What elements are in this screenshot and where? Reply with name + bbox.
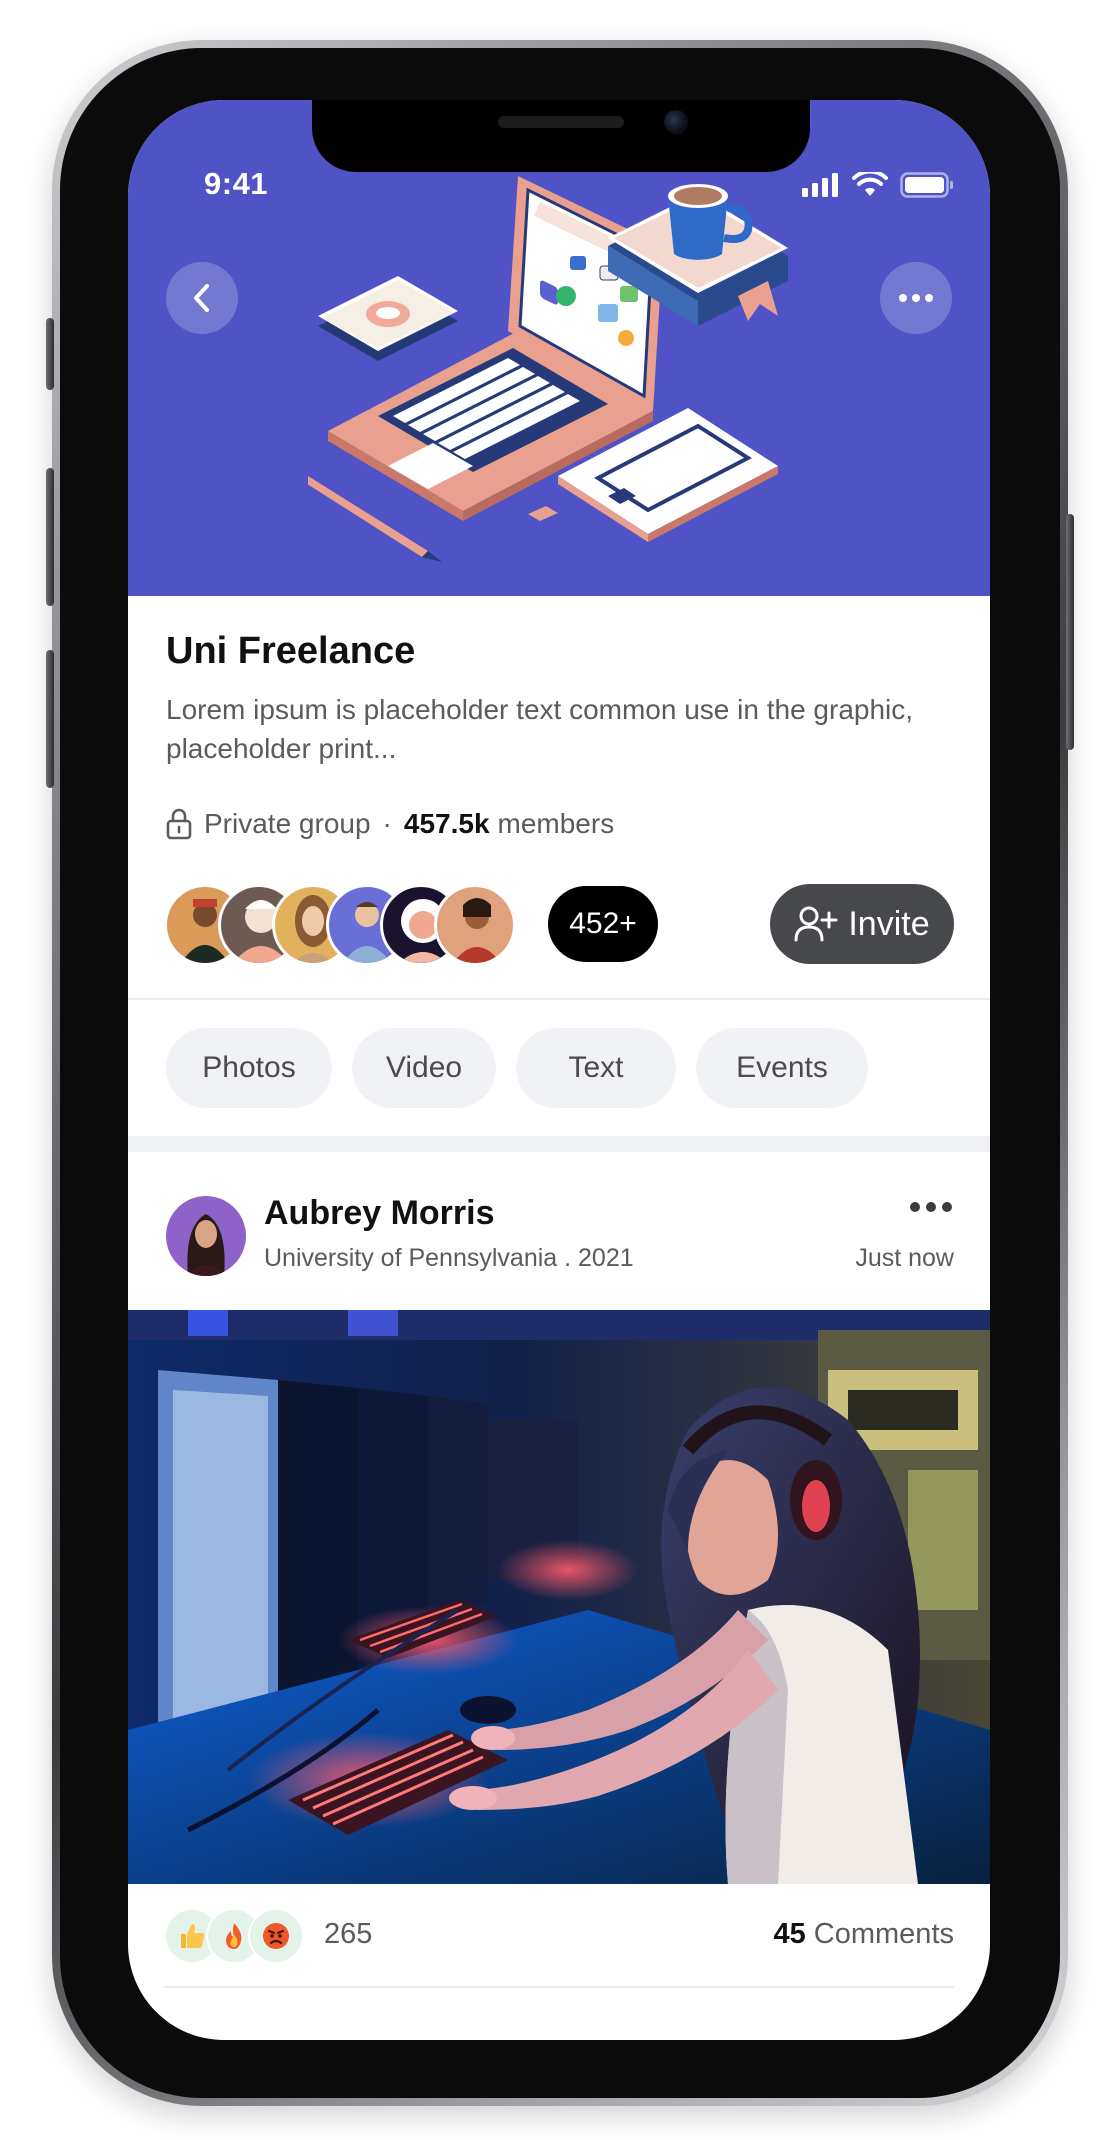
section-separator <box>128 1136 990 1152</box>
back-button[interactable] <box>166 262 238 334</box>
volume-up-button <box>46 468 54 606</box>
group-name: Uni Freelance <box>166 630 416 672</box>
ellipsis-icon <box>910 1202 952 1212</box>
phone-notch <box>312 100 810 172</box>
filter-chip-text[interactable]: Text <box>516 1028 676 1108</box>
comments-count: 45 <box>773 1918 806 1950</box>
content-filter-chips: Photos Video Text Events <box>166 1028 868 1108</box>
mute-switch <box>46 318 54 390</box>
post-photo[interactable] <box>128 1310 990 1884</box>
angry-face-icon <box>248 1908 304 1964</box>
ellipsis-icon <box>899 294 933 302</box>
earpiece-speaker <box>498 116 624 128</box>
comments-link[interactable]: 45 Comments <box>773 1918 954 1951</box>
front-camera <box>664 110 688 134</box>
group-meta: Private group · 457.5k members <box>166 808 614 840</box>
more-options-button[interactable] <box>880 262 952 334</box>
invite-label: Invite <box>848 904 930 943</box>
group-cover-banner: 9:41 <box>128 100 990 596</box>
divider <box>164 1986 954 1988</box>
divider <box>128 998 990 1000</box>
reaction-count[interactable]: 265 <box>324 1918 372 1951</box>
post-author-avatar[interactable] <box>166 1196 246 1276</box>
post-timestamp: Just now <box>855 1244 954 1272</box>
members-label: members <box>497 808 615 839</box>
group-description: Lorem ipsum is placeholder text common u… <box>166 694 914 764</box>
filter-chip-events[interactable]: Events <box>696 1028 868 1108</box>
filter-chip-photos[interactable]: Photos <box>166 1028 332 1108</box>
post-author-subtitle: University of Pennsylvania . 2021 <box>264 1244 634 1272</box>
post-author-name[interactable]: Aubrey Morris <box>264 1194 495 1233</box>
phone-screen: 9:41 Uni Freelance Lorem ipsum is placeh… <box>128 100 990 2040</box>
lock-icon <box>166 808 192 840</box>
filter-chip-video[interactable]: Video <box>352 1028 496 1108</box>
add-user-icon <box>794 906 838 942</box>
invite-button[interactable]: Invite <box>770 884 954 964</box>
notepad-illustration <box>318 276 458 361</box>
power-button <box>1066 514 1074 750</box>
avatar <box>434 884 516 966</box>
wifi-icon <box>852 172 888 196</box>
volume-down-button <box>46 650 54 788</box>
status-time: 9:41 <box>204 166 269 201</box>
workspace-illustration <box>308 176 788 562</box>
privacy-label: Private group <box>204 808 371 839</box>
post-more-button[interactable] <box>908 1200 954 1219</box>
chevron-left-icon <box>194 284 209 312</box>
battery-icon <box>900 172 953 198</box>
more-members-badge[interactable]: 452+ <box>548 886 658 962</box>
members-count: 457.5k <box>403 808 490 839</box>
meta-separator: · <box>382 808 392 839</box>
comments-label: Comments <box>813 1918 954 1950</box>
